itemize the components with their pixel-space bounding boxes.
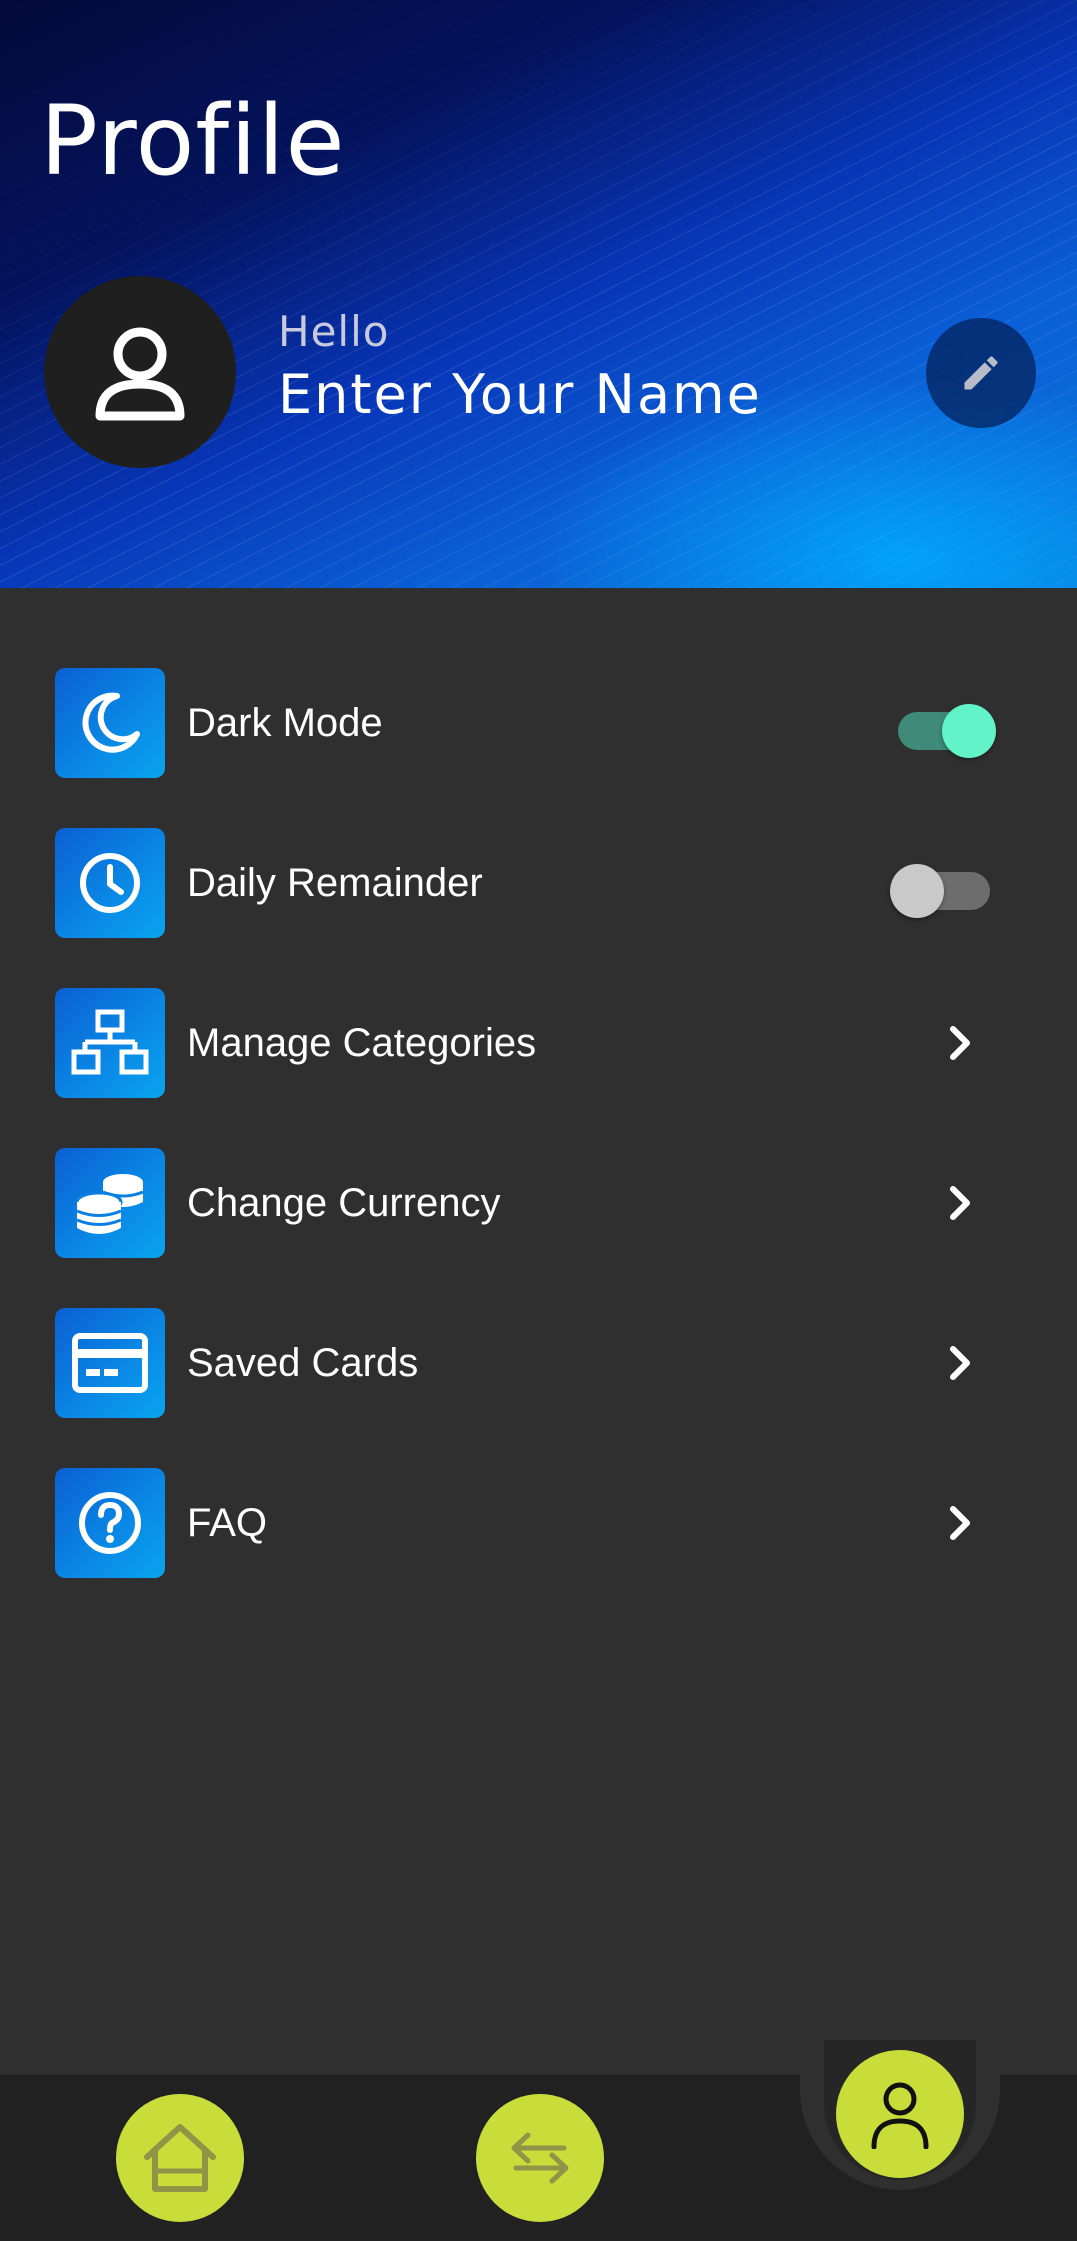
setting-label: Change Currency bbox=[187, 1181, 501, 1225]
setting-label: FAQ bbox=[187, 1501, 268, 1545]
toggle-knob bbox=[942, 704, 996, 758]
nav-profile-button[interactable] bbox=[836, 2050, 964, 2178]
user-icon bbox=[95, 327, 185, 421]
setting-row-daily-remainder[interactable]: Daily Remainder bbox=[0, 828, 1077, 948]
setting-label: Manage Categories bbox=[187, 1021, 537, 1065]
setting-row-faq[interactable]: FAQ bbox=[0, 1468, 1077, 1588]
setting-row-saved-cards[interactable]: Saved Cards bbox=[0, 1308, 1077, 1428]
question-circle-icon bbox=[79, 1492, 141, 1554]
moon-icon bbox=[82, 692, 140, 753]
toggle-knob bbox=[890, 864, 944, 918]
user-name[interactable]: Enter Your Name bbox=[278, 362, 762, 428]
coins-icon bbox=[75, 1174, 144, 1234]
avatar[interactable] bbox=[44, 276, 236, 468]
dark-mode-icon-tile bbox=[55, 668, 165, 778]
faq-icon-tile bbox=[55, 1468, 165, 1578]
profile-header: Profile Hello Enter Your Name bbox=[0, 0, 1077, 588]
greeting-text: Hello bbox=[278, 307, 390, 356]
change-currency-icon-tile bbox=[55, 1148, 165, 1258]
home-icon bbox=[144, 2124, 216, 2192]
setting-label: Daily Remainder bbox=[187, 861, 483, 905]
credit-card-icon bbox=[72, 1333, 148, 1393]
manage-categories-icon-tile bbox=[55, 988, 165, 1098]
sitemap-icon bbox=[71, 1009, 149, 1075]
daily-remainder-toggle[interactable] bbox=[890, 852, 1000, 918]
clock-icon bbox=[80, 853, 140, 913]
edit-profile-button[interactable] bbox=[926, 318, 1036, 428]
setting-label: Saved Cards bbox=[187, 1341, 419, 1385]
pencil-icon bbox=[964, 356, 998, 390]
chevron-right-icon bbox=[940, 1178, 980, 1228]
setting-row-manage-categories[interactable]: Manage Categories bbox=[0, 988, 1077, 1108]
nav-transactions-button[interactable] bbox=[476, 2094, 604, 2222]
setting-label: Dark Mode bbox=[187, 701, 383, 745]
saved-cards-icon-tile bbox=[55, 1308, 165, 1418]
setting-row-dark-mode[interactable]: Dark Mode bbox=[0, 668, 1077, 788]
chevron-right-icon bbox=[940, 1338, 980, 1388]
dark-mode-toggle[interactable] bbox=[890, 692, 1000, 758]
swap-arrows-icon bbox=[511, 2132, 569, 2184]
chevron-right-icon bbox=[940, 1498, 980, 1548]
setting-row-change-currency[interactable]: Change Currency bbox=[0, 1148, 1077, 1268]
chevron-right-icon bbox=[940, 1018, 980, 1068]
user-icon bbox=[871, 2082, 929, 2149]
nav-home-button[interactable] bbox=[116, 2094, 244, 2222]
page-title: Profile bbox=[40, 85, 346, 197]
daily-remainder-icon-tile bbox=[55, 828, 165, 938]
